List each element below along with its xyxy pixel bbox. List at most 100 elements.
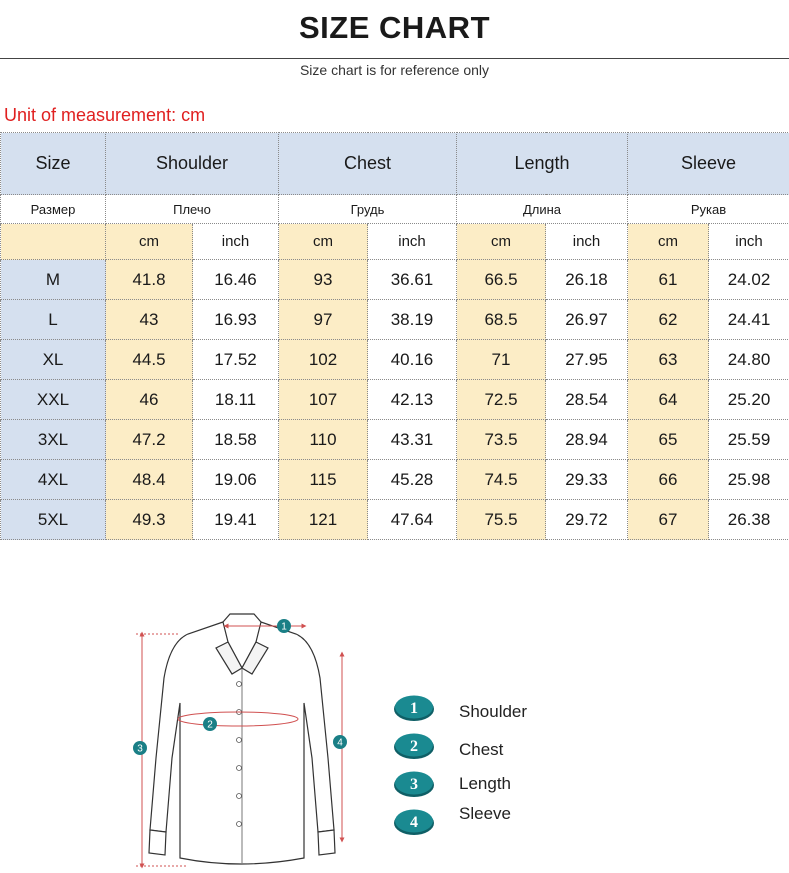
marker-label: 4 xyxy=(337,738,343,749)
marker-length: 3 xyxy=(133,741,147,755)
header-ru-length: Длина xyxy=(456,194,628,224)
header-ru-sleeve: Рукав xyxy=(626,194,789,224)
table-row: 3XL 47.2 18.58 110 43.31 73.5 28.94 65 2… xyxy=(0,419,789,460)
marker-chest: 2 xyxy=(203,717,217,731)
value-cell: 49.3 xyxy=(105,499,193,540)
value-cell: 47.2 xyxy=(105,419,193,460)
table-row: XL 44.5 17.52 102 40.16 71 27.95 63 24.8… xyxy=(0,339,789,380)
legend-item-chest: 2 Chest xyxy=(393,732,633,762)
unit-cell: inch xyxy=(367,223,457,260)
value-cell: 48.4 xyxy=(105,459,193,500)
value-cell: 28.54 xyxy=(545,379,628,420)
badge-number: 2 xyxy=(410,738,418,755)
value-cell: 62 xyxy=(627,299,709,340)
value-cell: 45.28 xyxy=(367,459,457,500)
value-cell: 18.11 xyxy=(192,379,279,420)
table-row: XXL 46 18.11 107 42.13 72.5 28.54 64 25.… xyxy=(0,379,789,420)
value-cell: 29.72 xyxy=(545,499,628,540)
value-cell: 19.41 xyxy=(192,499,279,540)
value-cell: 24.41 xyxy=(707,299,789,340)
number-badge-icon: 4 xyxy=(394,809,434,835)
measurement-legend: 1 Shoulder 2 Chest 3 Length 4 Sleeve xyxy=(393,694,633,844)
legend-item-sleeve: 4 Sleeve xyxy=(393,804,633,838)
unit-cell: cm xyxy=(278,223,368,260)
unit-cell: cm xyxy=(627,223,709,260)
value-cell: 67 xyxy=(627,499,709,540)
value-cell: 29.33 xyxy=(545,459,628,500)
unit-cell: inch xyxy=(192,223,279,260)
value-cell: 72.5 xyxy=(456,379,546,420)
badge-number: 1 xyxy=(410,700,418,717)
header-row: Size Shoulder Chest Length Sleeve xyxy=(0,132,789,195)
units-blank-cell xyxy=(0,223,106,260)
table-row: 5XL 49.3 19.41 121 47.64 75.5 29.72 67 2… xyxy=(0,499,789,540)
value-cell: 115 xyxy=(278,459,368,500)
header-size: Size xyxy=(0,132,106,195)
marker-label: 3 xyxy=(137,744,143,755)
value-cell: 19.06 xyxy=(192,459,279,500)
legend-item-shoulder: 1 Shoulder xyxy=(393,694,633,724)
badge-number: 4 xyxy=(410,814,418,831)
unit-note: Unit of measurement: cm xyxy=(4,105,206,125)
value-cell: 47.64 xyxy=(367,499,457,540)
size-cell: XXL xyxy=(0,379,106,420)
header-sleeve: Sleeve xyxy=(626,132,789,195)
value-cell: 44.5 xyxy=(105,339,193,380)
value-cell: 18.58 xyxy=(192,419,279,460)
value-cell: 66 xyxy=(627,459,709,500)
header-shoulder: Shoulder xyxy=(105,132,279,195)
header-chest: Chest xyxy=(278,132,457,195)
value-cell: 36.61 xyxy=(367,259,457,300)
marker-label: 2 xyxy=(207,720,213,731)
size-cell: 5XL xyxy=(0,499,106,540)
size-cell: XL xyxy=(0,339,106,380)
value-cell: 65 xyxy=(627,419,709,460)
value-cell: 73.5 xyxy=(456,419,546,460)
subtitle: Size chart is for reference only xyxy=(299,62,490,78)
title-divider xyxy=(0,58,789,59)
value-cell: 16.93 xyxy=(192,299,279,340)
value-cell: 24.80 xyxy=(707,339,789,380)
number-badge-icon: 2 xyxy=(394,733,434,759)
value-cell: 38.19 xyxy=(367,299,457,340)
size-cell: L xyxy=(0,299,106,340)
legend-label: Sleeve xyxy=(459,804,511,823)
unit-cell: inch xyxy=(545,223,628,260)
legend-label: Length xyxy=(459,774,511,793)
value-cell: 26.38 xyxy=(707,499,789,540)
marker-shoulder: 1 xyxy=(277,619,291,633)
value-cell: 68.5 xyxy=(456,299,546,340)
legend-label: Chest xyxy=(459,740,504,759)
size-cell: 4XL xyxy=(0,459,106,500)
value-cell: 63 xyxy=(627,339,709,380)
table-row: 4XL 48.4 19.06 115 45.28 74.5 29.33 66 2… xyxy=(0,459,789,500)
size-cell: M xyxy=(0,259,106,300)
size-cell: 3XL xyxy=(0,419,106,460)
legend-item-length: 3 Length xyxy=(393,770,633,800)
value-cell: 74.5 xyxy=(456,459,546,500)
units-row: cm inch cm inch cm inch cm inch xyxy=(0,223,789,260)
marker-label: 1 xyxy=(281,622,287,633)
unit-cell: inch xyxy=(707,223,789,260)
page-title: SIZE CHART xyxy=(299,10,490,45)
value-cell: 41.8 xyxy=(105,259,193,300)
value-cell: 71 xyxy=(456,339,546,380)
value-cell: 17.52 xyxy=(192,339,279,380)
unit-cell: cm xyxy=(105,223,193,260)
value-cell: 26.97 xyxy=(545,299,628,340)
marker-sleeve: 4 xyxy=(333,735,347,749)
header-row-russian: Размер Плечо Грудь Длина Рукав xyxy=(0,194,789,224)
value-cell: 43.31 xyxy=(367,419,457,460)
value-cell: 16.46 xyxy=(192,259,279,300)
unit-cell: cm xyxy=(456,223,546,260)
value-cell: 93 xyxy=(278,259,368,300)
value-cell: 25.59 xyxy=(707,419,789,460)
table-row: L 43 16.93 97 38.19 68.5 26.97 62 24.41 xyxy=(0,299,789,340)
header-ru-shoulder: Плечо xyxy=(105,194,279,224)
value-cell: 121 xyxy=(278,499,368,540)
value-cell: 40.16 xyxy=(367,339,457,380)
value-cell: 66.5 xyxy=(456,259,546,300)
value-cell: 102 xyxy=(278,339,368,380)
value-cell: 27.95 xyxy=(545,339,628,380)
value-cell: 110 xyxy=(278,419,368,460)
